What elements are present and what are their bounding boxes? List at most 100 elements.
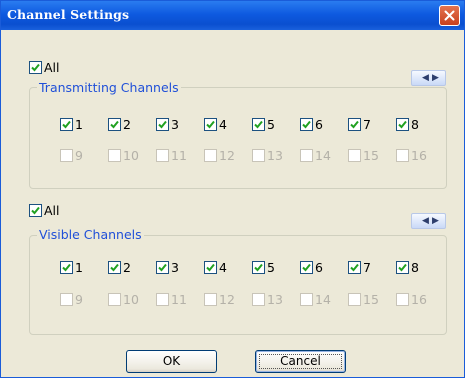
transmitting-channel-10-checkbox xyxy=(108,149,121,162)
transmitting-channel-8-checkbox[interactable] xyxy=(396,118,409,131)
transmitting-all-label: All xyxy=(44,60,60,75)
transmitting-channel-16-label: 16 xyxy=(411,148,427,163)
visible-all-label: All xyxy=(44,203,60,218)
transmitting-channel-11-label: 11 xyxy=(171,148,187,163)
visible-channel-14-label: 14 xyxy=(315,292,331,307)
checkmark-icon xyxy=(350,120,359,129)
visible-channel-6-checkbox[interactable] xyxy=(300,261,313,274)
transmitting-channel-13-checkbox xyxy=(252,149,265,162)
dialog-body: All Transmitting Channels ◀ ▶ 12345678 9… xyxy=(4,30,461,376)
visible-channel-2-checkbox[interactable] xyxy=(108,261,121,274)
checkmark-icon xyxy=(158,120,167,129)
checkmark-icon xyxy=(254,263,263,272)
transmitting-channel-4-checkbox[interactable] xyxy=(204,118,217,131)
visible-channel-10-checkbox xyxy=(108,293,121,306)
visible-channel-15-label: 15 xyxy=(363,292,379,307)
checkmark-icon xyxy=(206,120,215,129)
checkmark-icon xyxy=(62,263,71,272)
visible-channel-5-checkbox[interactable] xyxy=(252,261,265,274)
visible-channel-7-checkbox[interactable] xyxy=(348,261,361,274)
visible-channel-8-label: 8 xyxy=(411,260,419,275)
transmitting-channel-16-checkbox xyxy=(396,149,409,162)
visible-channel-8-checkbox[interactable] xyxy=(396,261,409,274)
chevron-right-icon[interactable]: ▶ xyxy=(432,71,439,85)
visible-channel-16-checkbox xyxy=(396,293,409,306)
checkmark-icon xyxy=(31,63,40,72)
visible-channel-11-checkbox xyxy=(156,293,169,306)
visible-channel-6-label: 6 xyxy=(315,260,323,275)
transmitting-channel-5-label: 5 xyxy=(267,117,275,132)
transmitting-channel-13-label: 13 xyxy=(267,148,283,163)
ok-button[interactable]: OK xyxy=(126,350,217,373)
visible-channel-1-checkbox[interactable] xyxy=(60,261,73,274)
visible-channel-10-label: 10 xyxy=(123,292,139,307)
cancel-button[interactable]: Cancel xyxy=(255,350,346,373)
transmitting-channel-2-checkbox[interactable] xyxy=(108,118,121,131)
visible-channel-14-checkbox xyxy=(300,293,313,306)
visible-channel-15-checkbox xyxy=(348,293,361,306)
visible-channels-title: Visible Channels xyxy=(37,227,144,242)
transmitting-channel-14-label: 14 xyxy=(315,148,331,163)
transmitting-channels-title: Transmitting Channels xyxy=(37,80,181,95)
transmitting-all-checkbox[interactable] xyxy=(29,61,42,74)
checkmark-icon xyxy=(398,120,407,129)
chevron-left-icon[interactable]: ◀ xyxy=(422,71,429,85)
transmitting-channel-9-label: 9 xyxy=(75,148,83,163)
checkmark-icon xyxy=(398,263,407,272)
checkmark-icon xyxy=(302,120,311,129)
visible-channel-11-label: 11 xyxy=(171,292,187,307)
transmitting-channel-14-checkbox xyxy=(300,149,313,162)
transmitting-channel-6-checkbox[interactable] xyxy=(300,118,313,131)
checkmark-icon xyxy=(302,263,311,272)
visible-channels-group xyxy=(29,235,447,335)
channel-settings-dialog: Channel Settings All Transmitting Channe… xyxy=(0,0,465,378)
close-icon xyxy=(444,10,455,21)
visible-channel-16-label: 16 xyxy=(411,292,427,307)
transmitting-channel-6-label: 6 xyxy=(315,117,323,132)
chevron-left-icon[interactable]: ◀ xyxy=(422,214,429,228)
transmitting-channel-7-checkbox[interactable] xyxy=(348,118,361,131)
checkmark-icon xyxy=(110,263,119,272)
visible-channel-3-label: 3 xyxy=(171,260,179,275)
visible-channel-2-label: 2 xyxy=(123,260,131,275)
visible-channel-4-checkbox[interactable] xyxy=(204,261,217,274)
visible-channel-9-checkbox xyxy=(60,293,73,306)
transmitting-channels-group xyxy=(29,87,447,189)
transmitting-channel-2-label: 2 xyxy=(123,117,131,132)
checkmark-icon xyxy=(158,263,167,272)
visible-all-checkbox[interactable] xyxy=(29,204,42,217)
visible-channel-13-label: 13 xyxy=(267,292,283,307)
transmitting-channel-10-label: 10 xyxy=(123,148,139,163)
cancel-button-label: Cancel xyxy=(280,354,321,368)
visible-channel-1-label: 1 xyxy=(75,260,83,275)
transmitting-channel-1-label: 1 xyxy=(75,117,83,132)
visible-channel-4-label: 4 xyxy=(219,260,227,275)
transmitting-channel-15-label: 15 xyxy=(363,148,379,163)
checkmark-icon xyxy=(254,120,263,129)
visible-scroll-buttons[interactable]: ◀ ▶ xyxy=(411,213,446,229)
checkmark-icon xyxy=(110,120,119,129)
title-bar[interactable]: Channel Settings xyxy=(1,1,464,30)
transmitting-channel-1-checkbox[interactable] xyxy=(60,118,73,131)
visible-channel-9-label: 9 xyxy=(75,292,83,307)
checkmark-icon xyxy=(350,263,359,272)
window-title: Channel Settings xyxy=(7,7,130,22)
transmitting-channel-12-label: 12 xyxy=(219,148,235,163)
close-button[interactable] xyxy=(439,5,460,26)
transmitting-channel-12-checkbox xyxy=(204,149,217,162)
visible-channel-3-checkbox[interactable] xyxy=(156,261,169,274)
transmitting-channel-3-checkbox[interactable] xyxy=(156,118,169,131)
transmitting-channel-3-label: 3 xyxy=(171,117,179,132)
checkmark-icon xyxy=(206,263,215,272)
transmitting-channel-8-label: 8 xyxy=(411,117,419,132)
transmitting-channel-7-label: 7 xyxy=(363,117,371,132)
checkmark-icon xyxy=(31,206,40,215)
transmitting-channel-15-checkbox xyxy=(348,149,361,162)
transmitting-channel-5-checkbox[interactable] xyxy=(252,118,265,131)
visible-channel-13-checkbox xyxy=(252,293,265,306)
transmitting-channel-11-checkbox xyxy=(156,149,169,162)
transmitting-channel-9-checkbox xyxy=(60,149,73,162)
chevron-right-icon[interactable]: ▶ xyxy=(432,214,439,228)
visible-channel-5-label: 5 xyxy=(267,260,275,275)
transmitting-scroll-buttons[interactable]: ◀ ▶ xyxy=(411,70,446,86)
